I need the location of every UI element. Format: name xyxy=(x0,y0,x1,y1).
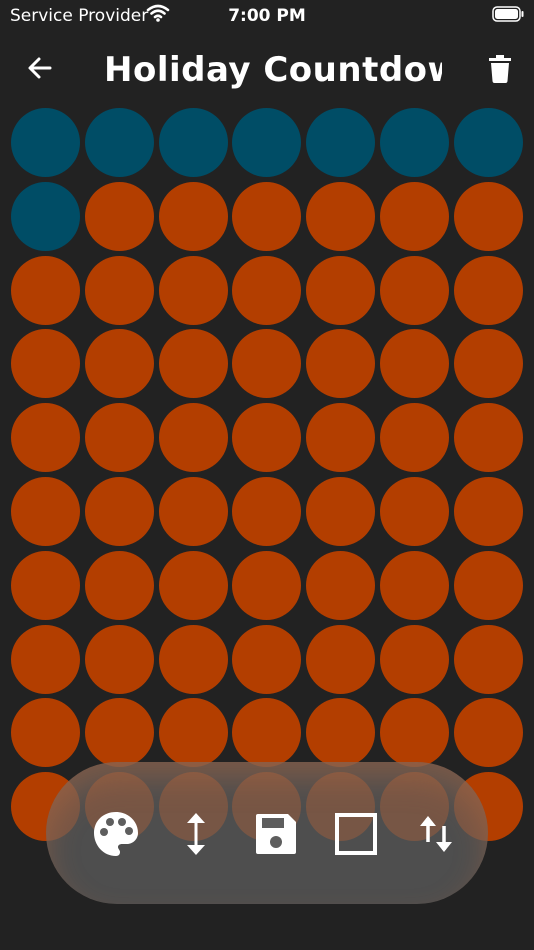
dot-remaining xyxy=(453,477,523,546)
palette-icon xyxy=(94,812,138,856)
dot-elapsed xyxy=(158,108,228,177)
dot-remaining xyxy=(380,181,449,251)
dot-elapsed xyxy=(306,108,376,177)
dot-remaining xyxy=(232,403,302,473)
bottom-toolbar xyxy=(46,762,488,904)
resize-button[interactable] xyxy=(172,810,220,858)
dot-remaining xyxy=(84,550,154,620)
dot-elapsed xyxy=(11,181,80,251)
dot-remaining xyxy=(453,329,523,399)
dot-remaining xyxy=(84,698,154,768)
dot-remaining xyxy=(158,329,228,399)
dot-remaining xyxy=(11,329,80,399)
shape-button[interactable] xyxy=(332,810,380,858)
dot-remaining xyxy=(84,624,154,694)
dot-remaining xyxy=(453,624,523,694)
dot-elapsed xyxy=(11,108,80,177)
dot-remaining xyxy=(453,698,523,768)
dot-remaining xyxy=(380,477,449,546)
save-button[interactable] xyxy=(252,810,300,858)
dot-elapsed xyxy=(380,108,449,177)
dot-remaining xyxy=(232,181,302,251)
dot-elapsed xyxy=(232,108,302,177)
dot-remaining xyxy=(232,477,302,546)
dot-elapsed xyxy=(84,108,154,177)
dot-remaining xyxy=(11,477,80,546)
square-outline-icon xyxy=(335,813,377,855)
dot-remaining xyxy=(380,698,449,768)
dot-remaining xyxy=(380,329,449,399)
dot-remaining xyxy=(453,255,523,325)
sort-icon xyxy=(420,816,452,852)
dot-remaining xyxy=(232,550,302,620)
dot-remaining xyxy=(84,255,154,325)
dot-remaining xyxy=(232,255,302,325)
dot-remaining xyxy=(232,329,302,399)
dot-remaining xyxy=(306,550,376,620)
save-icon xyxy=(256,814,296,854)
dot-remaining xyxy=(11,698,80,768)
dot-remaining xyxy=(232,698,302,768)
dot-remaining xyxy=(306,477,376,546)
dot-remaining xyxy=(306,255,376,325)
dot-remaining xyxy=(84,181,154,251)
dot-remaining xyxy=(380,624,449,694)
dot-remaining xyxy=(158,698,228,768)
dot-remaining xyxy=(306,698,376,768)
dot-remaining xyxy=(306,624,376,694)
dot-remaining xyxy=(306,403,376,473)
dot-remaining xyxy=(11,624,80,694)
dot-remaining xyxy=(453,181,523,251)
dot-remaining xyxy=(380,550,449,620)
vertical-resize-icon xyxy=(187,813,205,855)
dot-remaining xyxy=(158,255,228,325)
dot-remaining xyxy=(158,550,228,620)
dot-remaining xyxy=(232,624,302,694)
dot-remaining xyxy=(453,550,523,620)
dot-remaining xyxy=(453,403,523,473)
dot-remaining xyxy=(380,255,449,325)
dot-remaining xyxy=(380,403,449,473)
dot-remaining xyxy=(11,550,80,620)
dot-remaining xyxy=(84,329,154,399)
dot-elapsed xyxy=(453,108,523,177)
dot-remaining xyxy=(158,181,228,251)
dot-remaining xyxy=(11,403,80,473)
dot-remaining xyxy=(306,181,376,251)
color-button[interactable] xyxy=(92,810,140,858)
sort-button[interactable] xyxy=(412,810,460,858)
dot-remaining xyxy=(84,477,154,546)
dot-remaining xyxy=(158,403,228,473)
dot-remaining xyxy=(158,624,228,694)
dot-remaining xyxy=(84,403,154,473)
dot-remaining xyxy=(11,255,80,325)
dot-remaining xyxy=(158,477,228,546)
dot-remaining xyxy=(306,329,376,399)
